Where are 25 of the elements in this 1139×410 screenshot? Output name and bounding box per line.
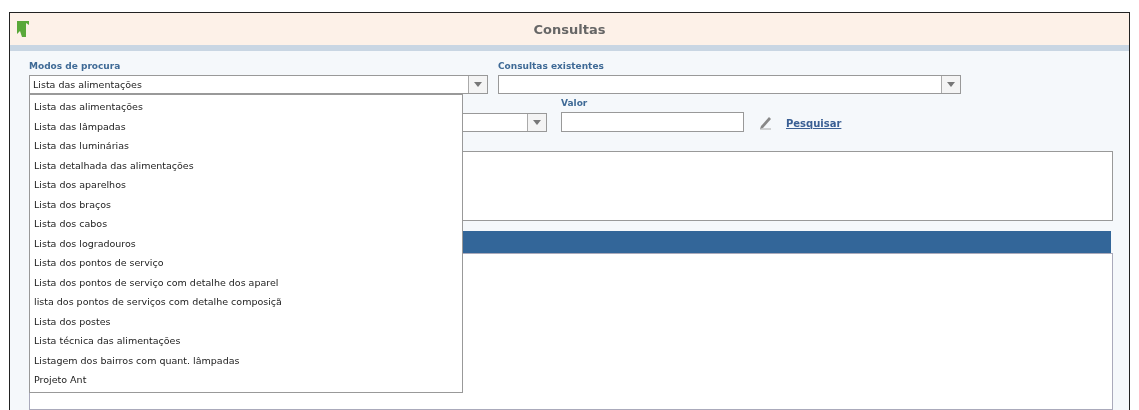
dropdown-option[interactable]: Lista dos logradouros bbox=[30, 233, 462, 253]
field-label: Valor bbox=[561, 98, 589, 110]
dropdown-option[interactable]: Lista dos pontos de serviço bbox=[30, 253, 462, 273]
dropdown-option[interactable]: Lista dos cabos bbox=[30, 214, 462, 234]
window-title: Consultas bbox=[532, 21, 607, 37]
dropdown-option[interactable]: Lista dos braços bbox=[30, 194, 462, 214]
dropdown-option[interactable]: Lista detalhada das alimentações bbox=[30, 155, 462, 175]
search-link[interactable]: Pesquisar bbox=[786, 118, 842, 129]
dropdown-option[interactable]: Listagem dos bairros com quant. lâmpadas bbox=[30, 350, 462, 370]
value-input-field[interactable] bbox=[561, 112, 744, 132]
field-label: Modos de procura bbox=[29, 61, 122, 73]
dropdown-option[interactable]: Lista dos postes bbox=[30, 311, 462, 331]
dropdown-option[interactable]: Lista dos aparelhos bbox=[30, 175, 462, 195]
field-label: Consultas existentes bbox=[498, 61, 605, 73]
dropdown-option[interactable]: Lista técnica das alimentações bbox=[30, 331, 462, 351]
dropdown-option[interactable]: lista dos pontos de serviços com detalhe composiçã bbox=[30, 292, 462, 312]
dropdown-option[interactable]: Projeto Ant bbox=[30, 370, 462, 390]
pencil-icon[interactable] bbox=[758, 114, 774, 130]
existing-queries-dropdown[interactable] bbox=[498, 75, 961, 94]
dropdown-option[interactable]: Lista das alimentações bbox=[30, 97, 462, 117]
arrow-logo-icon bbox=[16, 20, 30, 38]
dropdown-option[interactable]: Lista das luminárias bbox=[30, 136, 462, 156]
dropdown-option[interactable]: Lista das lâmpadas bbox=[30, 116, 462, 136]
dropdown-option[interactable]: Lista dos pontos de serviço com detalhe dos aparel bbox=[30, 272, 462, 292]
search-mode-dropdown[interactable]: Lista das alimentações bbox=[29, 75, 488, 94]
